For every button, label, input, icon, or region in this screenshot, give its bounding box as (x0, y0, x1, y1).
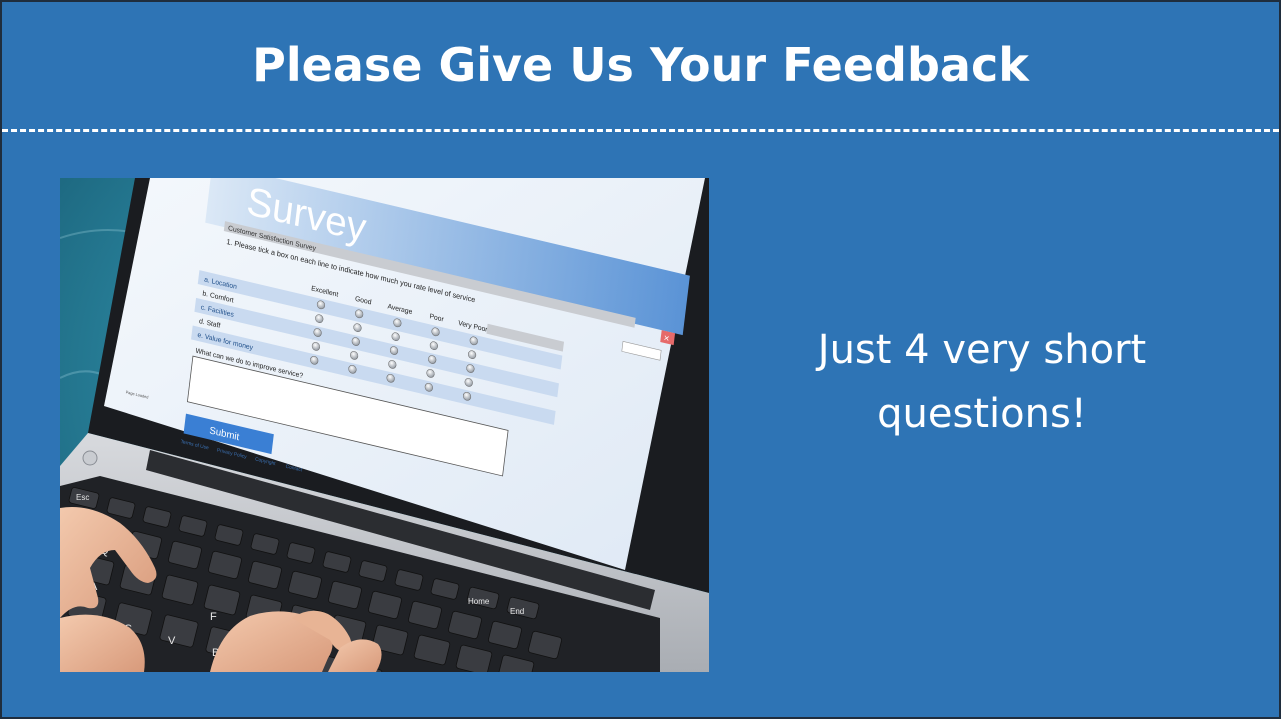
laptop-survey-photo: Survey × Customer Satisfaction Survey 1.… (60, 178, 709, 672)
key-end: End (510, 607, 524, 616)
key-f: F (210, 611, 217, 623)
key-esc: Esc (76, 493, 89, 502)
body-text: Just 4 very short questions! (762, 318, 1202, 446)
key-home: Home (468, 597, 490, 606)
slide-title: Please Give Us Your Feedback (252, 38, 1029, 92)
key-v: V (168, 635, 176, 647)
body-line-2: questions! (877, 391, 1087, 437)
slide: Please Give Us Your Feedback Survey × Cu… (0, 0, 1281, 719)
body-line-1: Just 4 very short (817, 327, 1147, 373)
dashed-divider (2, 129, 1279, 132)
